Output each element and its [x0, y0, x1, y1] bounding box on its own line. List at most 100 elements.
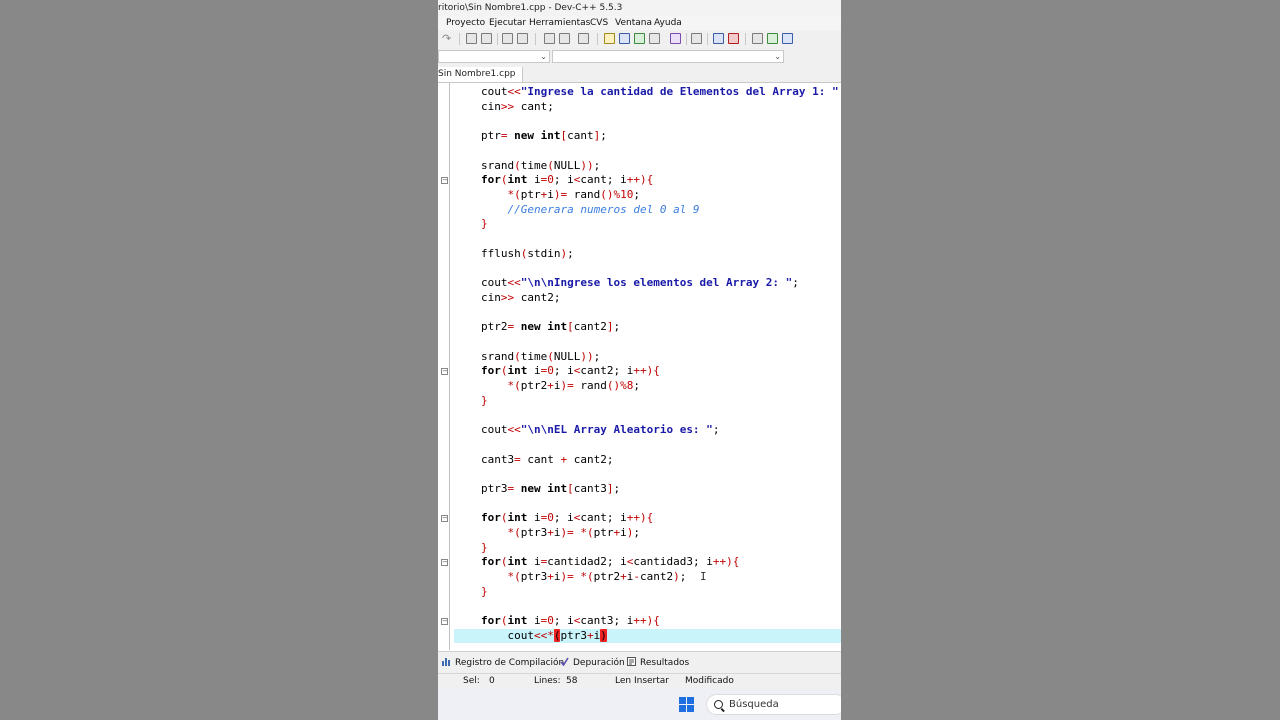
code-line: for(int i=0; i<cant2; i++){ [481, 364, 660, 378]
code-token: i [527, 511, 541, 525]
code-token: ; i [553, 364, 574, 378]
code-token: stdin [527, 246, 561, 260]
code-token: new int [520, 481, 568, 495]
debug-label: Depuración [573, 658, 625, 668]
redo-icon[interactable]: ↷ [442, 32, 451, 45]
code-token: cant3 [481, 452, 515, 466]
code-token: cant; i [580, 173, 627, 187]
menu-herramientas[interactable]: Herramientas [529, 16, 590, 30]
code-line: srand(time(NULL)); [481, 159, 600, 173]
export-icon[interactable] [767, 33, 778, 44]
code-token: } [481, 393, 488, 407]
code-token: int [507, 614, 528, 628]
code-token: ptr2 [593, 570, 621, 584]
window-icon[interactable] [619, 33, 630, 44]
code-token: ( [500, 364, 508, 378]
member-combo[interactable]: ⌄ [552, 50, 784, 63]
code-token: ; [792, 276, 799, 290]
code-token: )= [560, 570, 574, 584]
class-icon[interactable] [634, 33, 645, 44]
tab-compile-log[interactable]: Registro de Compilación [442, 656, 564, 670]
code-line: } [481, 394, 488, 408]
search-placeholder: Búsqueda [729, 699, 779, 710]
dev-cpp-window: ritorio\Sin Nombre1.cpp - Dev-C++ 5.5.3 … [438, 0, 841, 720]
fold-toggle-icon[interactable]: − [441, 367, 448, 375]
code-token: cant2; [514, 290, 561, 304]
fold-toggle-icon[interactable]: − [441, 558, 448, 566]
code-token: 0 [547, 614, 554, 628]
code-token: [ [567, 320, 574, 334]
fold-toggle-icon[interactable]: − [441, 176, 448, 184]
fold-toggle-icon[interactable]: − [441, 514, 448, 522]
taskbar-search[interactable]: Búsqueda [706, 694, 841, 715]
code-token: ( [500, 614, 508, 628]
check-syntax-icon[interactable] [670, 33, 681, 44]
menu-ejecutar[interactable]: Ejecutar [489, 16, 526, 30]
code-line: srand(time(NULL)); [481, 350, 600, 364]
fold-toggle-icon[interactable]: − [441, 617, 448, 625]
code-token: 0 [547, 364, 554, 378]
chart-icon[interactable] [713, 33, 724, 44]
goto-icon[interactable] [517, 33, 528, 44]
code-token: } [481, 584, 488, 598]
code-token: i [553, 526, 561, 539]
code-token: << [507, 85, 521, 98]
replace-icon[interactable] [502, 33, 513, 44]
code-token: ; [593, 349, 601, 363]
class-combo[interactable]: ⌄ [438, 50, 550, 63]
code-token: int [507, 555, 528, 569]
code-token: - [633, 570, 640, 584]
taskbar: Búsqueda [438, 689, 841, 720]
code-token: cant; i [580, 511, 627, 525]
results-icon [627, 657, 636, 666]
code-line: cin>> cant2; [481, 291, 560, 305]
find-next-icon[interactable] [481, 33, 492, 44]
new-project-icon[interactable] [604, 33, 615, 44]
code-token: i [553, 570, 561, 584]
code-token: + [547, 570, 554, 584]
code-token: ; [679, 570, 687, 584]
tab-results[interactable]: Resultados [627, 656, 689, 670]
close-icon[interactable] [691, 33, 702, 44]
code-token: fflush [481, 246, 521, 260]
code-editor[interactable]: cout<<"Ingrese la cantidad de Elementos … [438, 83, 841, 650]
menu-ventana[interactable]: Ventana [615, 16, 652, 30]
code-token: srand [481, 158, 515, 172]
find-icon[interactable] [466, 33, 477, 44]
code-token: ++){ [712, 555, 740, 569]
code-token: + [547, 379, 554, 392]
code-line: cin>> cant; [481, 100, 554, 114]
windows-start-icon[interactable] [679, 697, 694, 712]
sel-label: Sel: [463, 676, 480, 686]
debug-icon[interactable] [728, 33, 739, 44]
menu-ayuda[interactable]: Ayuda [654, 16, 682, 30]
title-bar: ritorio\Sin Nombre1.cpp - Dev-C++ 5.5.3 [438, 0, 841, 16]
grid-icon[interactable] [649, 33, 660, 44]
code-token: *( [507, 379, 521, 392]
code-token: "\n\nEL Array Aleatorio es: " [520, 423, 713, 437]
code-token: ptr3 [481, 481, 508, 495]
code-token: )= [560, 379, 574, 392]
menu-proyecto[interactable]: Proyecto [446, 16, 485, 30]
code-token: ptr [481, 129, 501, 143]
forward-icon[interactable] [559, 33, 570, 44]
tab-debug[interactable]: Depuración [560, 656, 625, 670]
code-token: i [527, 614, 541, 628]
code-token: rand [567, 187, 601, 201]
bookmark-icon[interactable] [578, 33, 589, 44]
results-label: Resultados [640, 658, 690, 668]
exit-icon[interactable] [782, 33, 793, 44]
back-icon[interactable] [544, 33, 555, 44]
code-token: << [507, 276, 521, 290]
code-token: ptr [593, 526, 614, 539]
tab-sin-nombre1[interactable]: Sin Nombre1.cpp [438, 67, 523, 82]
code-token: cant3; i [580, 614, 634, 628]
code-line: for(int i=0; i<cant; i++){ [481, 173, 653, 187]
code-token: for [481, 173, 501, 187]
import-icon[interactable] [752, 33, 763, 44]
code-token: cantidad2; i [547, 555, 627, 569]
menu-cvs[interactable]: CVS [590, 16, 608, 30]
code-token: ptr3 [520, 570, 548, 584]
code-line: cout<<"\n\nIngrese los elementos del Arr… [481, 276, 799, 290]
code-token: << [507, 423, 521, 437]
